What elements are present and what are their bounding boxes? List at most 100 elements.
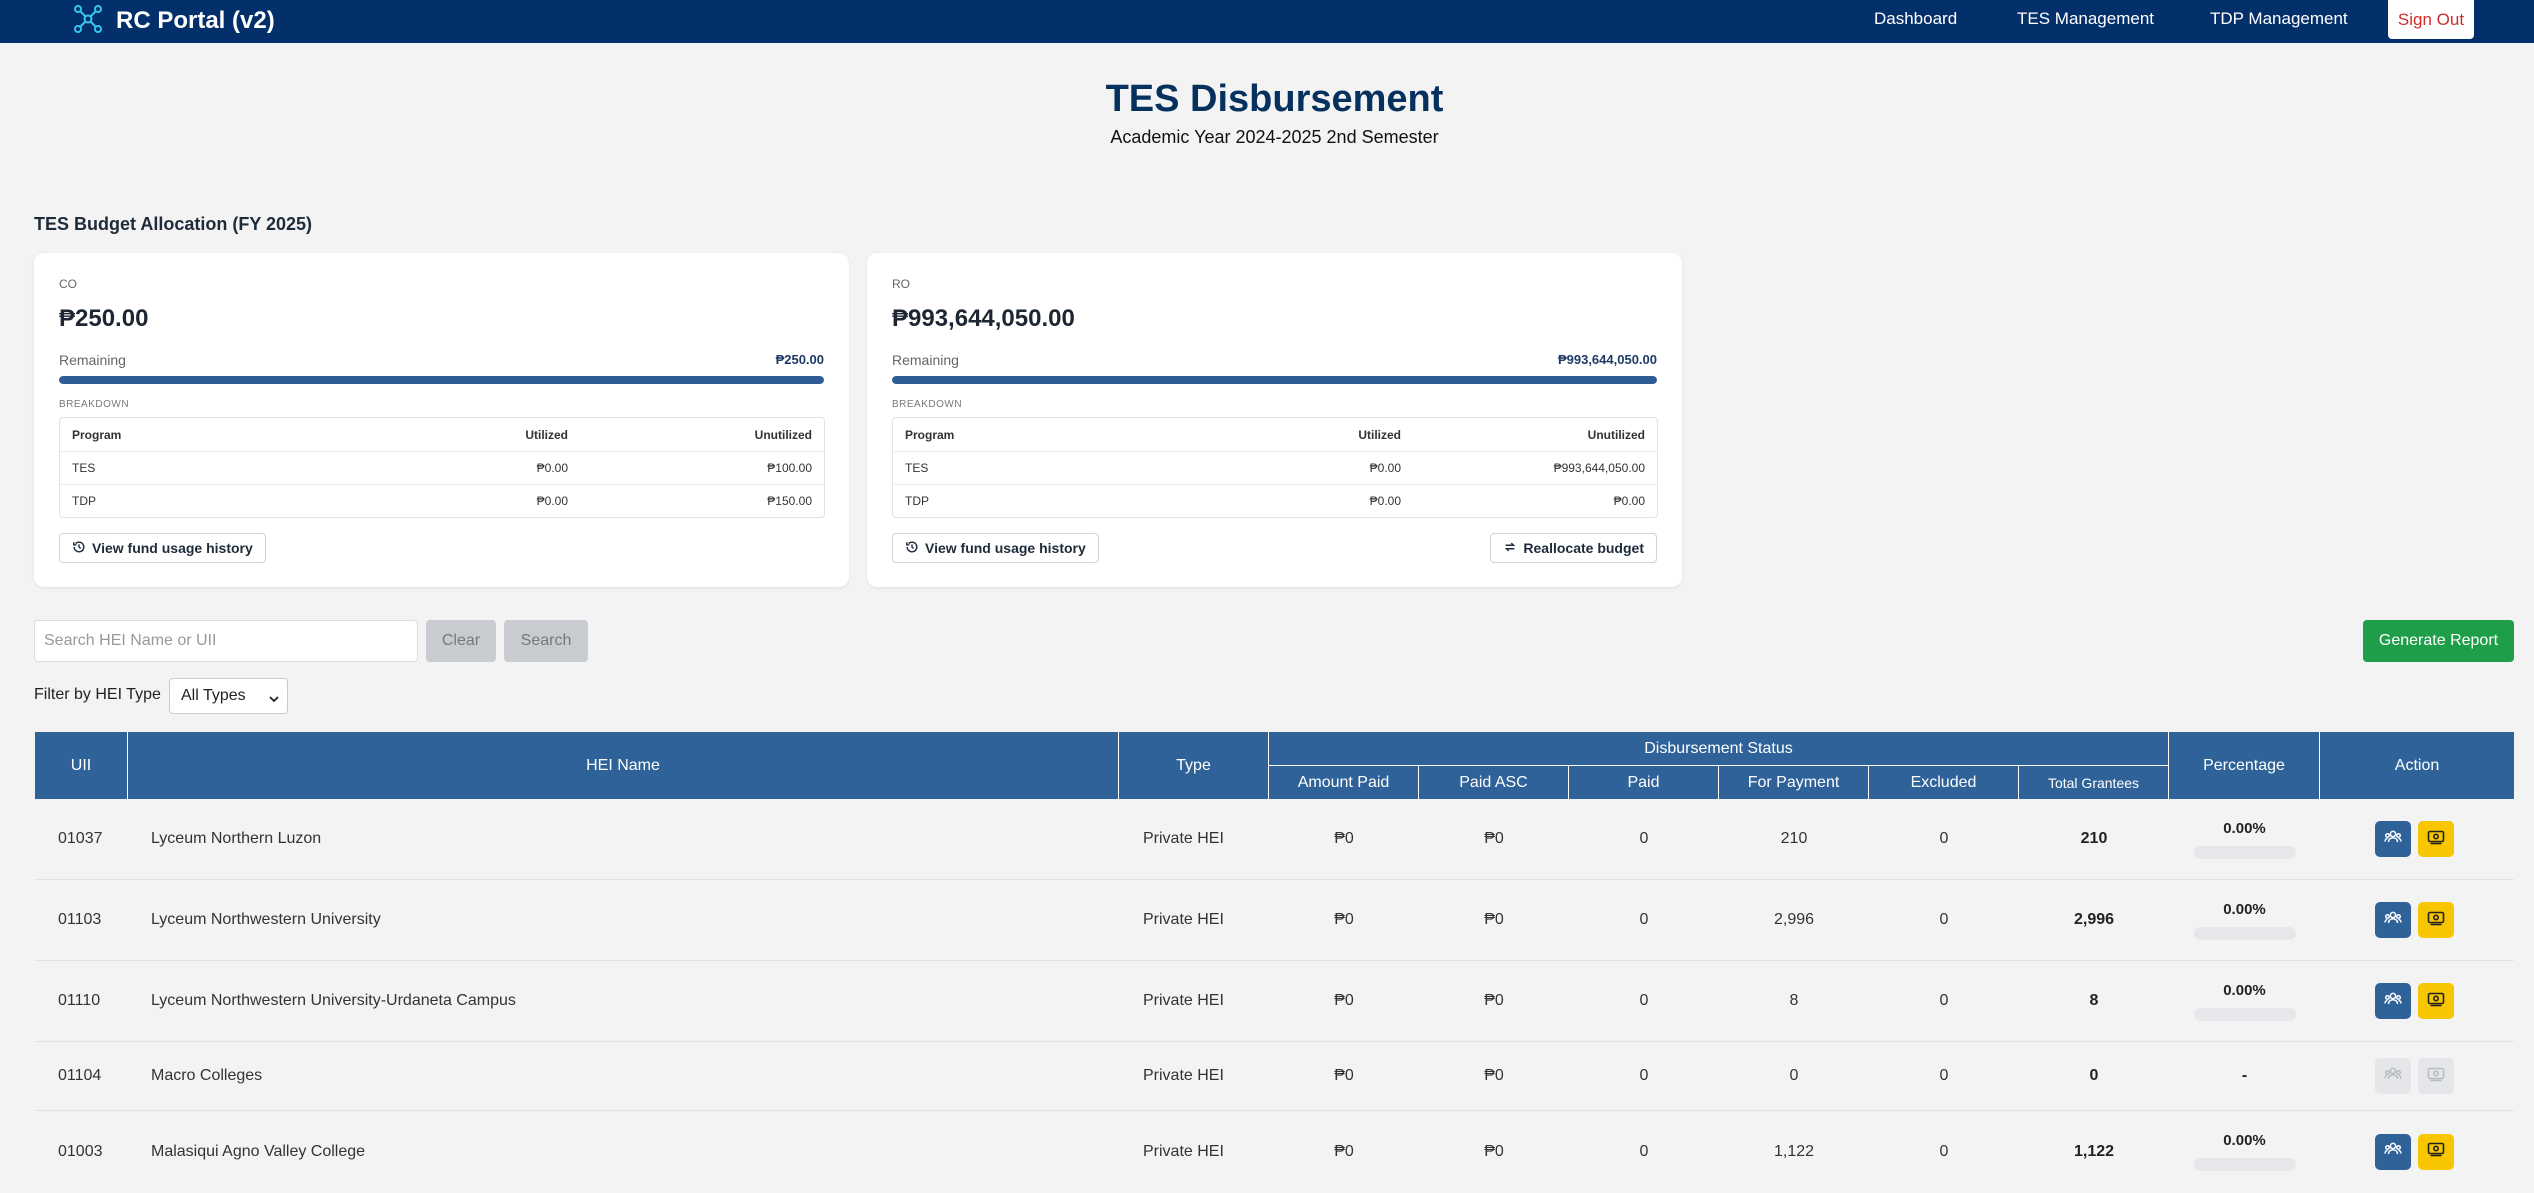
header-total-grantees: Total Grantees [2019,765,2169,799]
view-grantees-button[interactable] [2375,821,2411,857]
header-uii: UII [35,732,128,799]
cell-action [2375,880,2454,960]
reallocate-budget-button[interactable]: Reallocate budget [1490,533,1657,563]
table-body: 01037 Lyceum Northern Luzon Private HEI … [35,799,2514,1192]
header-amount-paid: Amount Paid [1269,765,1419,799]
cell-action [2375,1111,2454,1192]
generate-report-button[interactable]: Generate Report [2363,620,2514,662]
remaining-value: ₱993,644,050.00 [1557,352,1657,367]
view-fund-history-button[interactable]: View fund usage history [892,533,1099,563]
clear-button[interactable]: Clear [426,620,496,662]
cell-for-payment: 1,122 [1773,1142,1815,1160]
payment-icon [2426,1139,2446,1164]
header-percentage: Percentage [2169,732,2320,799]
cell-for-payment: 210 [1780,830,1808,847]
program-name: TES [905,461,929,475]
payment-icon [2426,908,2446,933]
cell-amount-paid: ₱0 [1334,830,1354,847]
percentage-bar [2193,845,2296,859]
page-subtitle: Academic Year 2024-2025 2nd Semester [1110,127,1439,147]
program-name: TES [72,461,96,475]
header-for-payment: For Payment [1719,765,1869,799]
breakdown-header-row: Program Utilized Unutilized [60,418,824,451]
table-row: 01110 Lyceum Northwestern University-Urd… [35,961,2514,1042]
header-disbursement-status: Disbursement Status [1269,732,2169,765]
cell-amount-paid: ₱0 [1334,911,1354,928]
cell-paid: 0 [1639,1142,1649,1160]
cell-excluded: 0 [1939,1142,1949,1160]
table-row: 01104 Macro Colleges Private HEI ₱0 ₱0 0… [35,1042,2514,1111]
nav-tes-management[interactable]: TES Management [2017,9,2154,29]
cell-uii: 01110 [58,992,101,1009]
budget-section-title: TES Budget Allocation (FY 2025) [34,214,313,234]
cell-action [2375,799,2454,879]
cell-percentage: - [2241,1067,2248,1084]
percentage-bar [2193,1007,2296,1021]
cell-percentage: 0.00% [2169,1111,2320,1192]
header-excluded: Excluded [1869,765,2019,799]
cell-total-grantees: 2,996 [2073,911,2115,928]
unutilized-value: ₱0.00 [1613,494,1645,508]
card-amount: ₱993,644,050.00 [892,305,1075,332]
hei-type-select[interactable]: All Types [169,678,288,714]
sign-out-button[interactable]: Sign Out [2388,0,2474,39]
payment-button[interactable] [2418,983,2454,1019]
payment-button[interactable] [2418,1133,2454,1170]
breakdown-label: BREAKDOWN [59,399,130,410]
header-utilized: Utilized [1358,427,1401,442]
payment-button[interactable] [2418,902,2454,938]
cell-type: Private HEI [1143,911,1224,928]
users-icon [2383,1139,2403,1164]
cell-for-payment: 8 [1789,992,1799,1009]
history-icon [72,540,92,557]
budget-card-co: CO ₱250.00 Remaining ₱250.00 BREAKDOWN P… [34,253,849,587]
utilized-value: ₱0.00 [536,494,568,508]
unutilized-value: ₱993,644,050.00 [1553,461,1645,475]
header-unutilized: Unutilized [1587,427,1645,442]
hei-type-selected: All Types [181,687,246,704]
header-paid-asc: Paid ASC [1419,765,1569,799]
users-icon [2383,827,2403,852]
page-title: TES Disbursement [1105,78,1444,120]
view-grantees-button[interactable] [2375,983,2411,1019]
view-fund-history-button[interactable]: View fund usage history [59,533,266,563]
nav-dashboard[interactable]: Dashboard [1874,9,1957,29]
filter-label: Filter by HEI Type [34,686,161,703]
view-grantees-button[interactable] [2375,902,2411,938]
nav-tdp-management[interactable]: TDP Management [2210,9,2348,29]
remaining-label: Remaining [892,352,959,368]
cell-uii: 01103 [58,911,102,928]
cell-uii: 01037 [58,830,103,847]
view-grantees-button-disabled [2375,1058,2411,1094]
payment-icon [2426,1064,2446,1089]
users-icon [2383,1064,2403,1089]
search-input[interactable] [34,620,418,662]
utilized-value: ₱0.00 [1369,494,1401,508]
cell-excluded: 0 [1939,1067,1949,1084]
header-unutilized: Unutilized [754,427,812,442]
cell-percentage: 0.00% [2169,961,2320,1041]
network-nodes-icon [72,3,104,40]
payment-button[interactable] [2418,821,2454,857]
payment-button-disabled [2418,1058,2454,1094]
utilized-value: ₱0.00 [536,461,568,475]
table-row: 01003 Malasiqui Agno Valley College Priv… [35,1111,2514,1192]
cell-hei-name: Lyceum Northwestern University-Urdaneta … [151,992,516,1009]
view-grantees-button[interactable] [2375,1133,2411,1170]
header-type: Type [1119,732,1269,799]
cell-hei-name: Macro Colleges [151,1067,263,1084]
percentage-bar [2193,926,2296,940]
unutilized-value: ₱150.00 [767,494,812,508]
cell-percentage: 0.00% [2169,880,2320,960]
brand[interactable]: RC Portal (v2) [72,3,275,40]
card-amount: ₱250.00 [59,305,149,332]
cell-hei-name: Malasiqui Agno Valley College [151,1142,366,1160]
cell-hei-name: Lyceum Northern Luzon [151,830,322,847]
percentage-value: 0.00% [2223,900,2266,918]
percentage-bar [2193,1158,2296,1171]
cell-paid-asc: ₱0 [1484,1142,1504,1160]
cell-type: Private HEI [1143,1142,1224,1160]
cell-excluded: 0 [1939,992,1949,1009]
remaining-progress-bar [59,376,824,384]
search-button[interactable]: Search [504,620,588,662]
